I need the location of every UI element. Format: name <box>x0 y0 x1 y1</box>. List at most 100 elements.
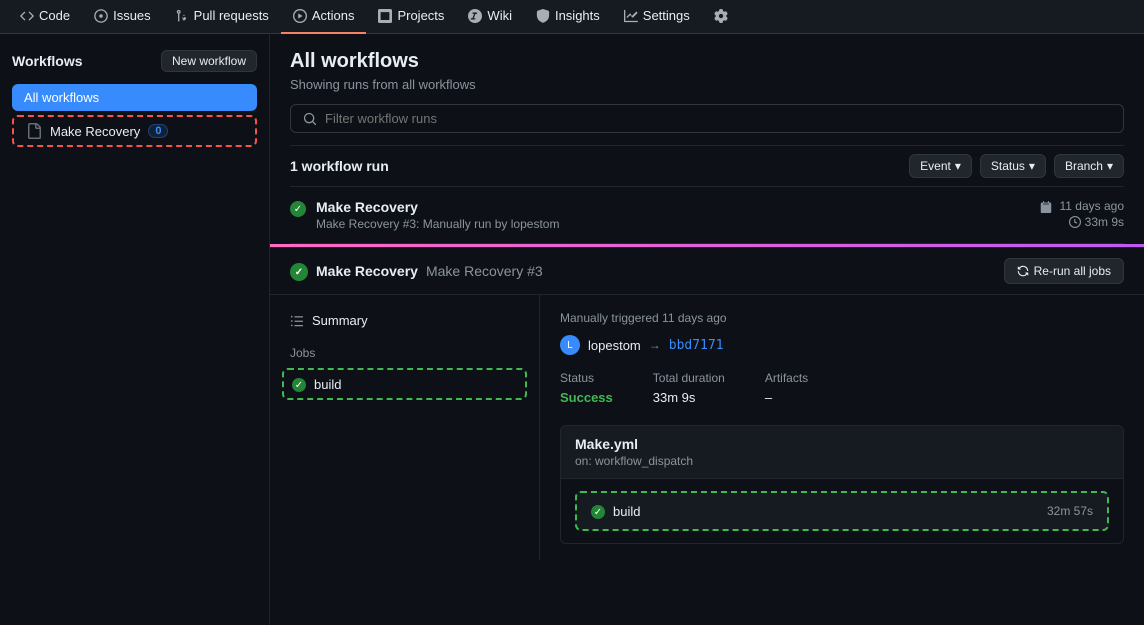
nav-wiki[interactable]: Wiki <box>456 0 524 34</box>
yml-header: Make.yml on: workflow_dispatch <box>561 426 1123 479</box>
nav-projects-label: Projects <box>397 8 444 23</box>
yml-card: Make.yml on: workflow_dispatch build 32m… <box>560 425 1124 544</box>
yml-trigger: on: workflow_dispatch <box>575 454 1109 468</box>
nav-code[interactable]: Code <box>8 0 82 34</box>
list-icon <box>290 314 304 328</box>
build-job-label: build <box>314 377 341 392</box>
search-icon <box>303 112 317 126</box>
artifacts-value: – <box>765 390 772 405</box>
meta-row: Status Success Total duration 33m 9s Art… <box>560 371 1124 405</box>
page-title: All workflows <box>290 50 1124 73</box>
filter-input[interactable] <box>325 111 1111 126</box>
projects-icon <box>378 9 392 23</box>
code-icon <box>20 9 34 23</box>
nav-security[interactable]: Insights <box>524 0 612 34</box>
nav-issues[interactable]: Issues <box>82 0 163 34</box>
nav-actions-label: Actions <box>312 8 355 23</box>
jobs-label: Jobs <box>282 346 527 360</box>
status-label: Status <box>560 371 613 385</box>
build-card-duration: 32m 57s <box>1047 504 1093 518</box>
actions-icon <box>293 9 307 23</box>
nav-projects[interactable]: Projects <box>366 0 456 34</box>
event-chevron-icon: ▾ <box>955 159 961 173</box>
settings-icon <box>714 9 728 23</box>
wiki-icon <box>468 9 482 23</box>
pr-icon <box>175 9 189 23</box>
user-avatar: L <box>560 335 580 355</box>
detail-workflow-name: Make Recovery <box>316 263 418 279</box>
rerun-all-jobs-button[interactable]: Re-run all jobs <box>1004 258 1124 284</box>
new-workflow-button[interactable]: New workflow <box>161 50 257 72</box>
nav-pull-requests[interactable]: Pull requests <box>163 0 281 34</box>
sidebar-header: Workflows New workflow <box>12 50 257 72</box>
nav-settings[interactable] <box>702 0 745 34</box>
workflow-run-row[interactable]: Make Recovery Make Recovery #3: Manually… <box>290 187 1124 244</box>
detail-run-num: Make Recovery #3 <box>426 263 543 279</box>
run-name: Make Recovery <box>316 199 559 215</box>
build-card-status-icon <box>591 505 605 519</box>
run-info: Make Recovery Make Recovery #3: Manually… <box>316 199 559 231</box>
filter-bar[interactable] <box>290 104 1124 133</box>
username: lopestom <box>588 338 641 353</box>
calendar-icon <box>1040 201 1052 213</box>
nav-wiki-label: Wiki <box>487 8 512 23</box>
meta-duration: Total duration 33m 9s <box>653 371 725 405</box>
workflow-file-icon <box>26 123 42 139</box>
run-duration: 33m 9s <box>1040 215 1124 229</box>
main-content: All workflows Showing runs from all work… <box>270 34 1144 625</box>
status-filter-button[interactable]: Status ▾ <box>980 154 1046 178</box>
clock-icon <box>1069 216 1081 228</box>
runs-header: 1 workflow run Event ▾ Status ▾ Branch ▾ <box>290 145 1124 187</box>
main-layout: Workflows New workflow All workflows Mak… <box>0 34 1144 625</box>
workflow-item-label: Make Recovery <box>50 124 140 139</box>
detail-title: Make Recovery Make Recovery #3 <box>290 261 543 281</box>
artifacts-label: Artifacts <box>765 371 808 385</box>
commit-hash: bbd7171 <box>669 338 724 353</box>
event-filter-button[interactable]: Event ▾ <box>909 154 972 178</box>
nav-code-label: Code <box>39 8 70 23</box>
branch-filter-label: Branch <box>1065 159 1103 173</box>
build-job-left: build <box>591 503 640 519</box>
nav-insights-label: Settings <box>643 8 690 23</box>
sidebar-title: Workflows <box>12 53 83 69</box>
page-subtitle: Showing runs from all workflows <box>290 77 1124 92</box>
commit-arrow-icon: → <box>649 338 661 352</box>
detail-section: Make Recovery Make Recovery #3 Re-run al… <box>270 247 1144 560</box>
workflows-section: All workflows Showing runs from all work… <box>270 34 1144 244</box>
detail-status-icon <box>290 263 308 281</box>
yml-title: Make.yml <box>575 436 1109 452</box>
sidebar-item-make-recovery[interactable]: Make Recovery 0 <box>12 115 257 147</box>
summary-label: Summary <box>312 313 368 328</box>
detail-body: Summary Jobs build Manually triggered 11… <box>270 295 1144 560</box>
detail-sidebar: Summary Jobs build <box>270 295 540 560</box>
event-filter-label: Event <box>920 159 951 173</box>
yml-body: build 32m 57s <box>561 479 1123 543</box>
runs-count: 1 workflow run <box>290 158 389 174</box>
build-job-card[interactable]: build 32m 57s <box>575 491 1109 531</box>
detail-header: Make Recovery Make Recovery #3 Re-run al… <box>270 248 1144 295</box>
security-icon <box>536 9 550 23</box>
run-time: 11 days ago <box>1040 199 1124 213</box>
nav-insights[interactable]: Settings <box>612 0 702 34</box>
status-value: Success <box>560 390 613 405</box>
sidebar: Workflows New workflow All workflows Mak… <box>0 34 270 625</box>
rerun-label: Re-run all jobs <box>1034 264 1111 278</box>
nav-actions[interactable]: Actions <box>281 0 367 34</box>
all-workflows-button[interactable]: All workflows <box>12 84 257 111</box>
run-right: 11 days ago 33m 9s <box>1040 199 1124 229</box>
filter-buttons: Event ▾ Status ▾ Branch ▾ <box>909 154 1124 178</box>
build-card-name: build <box>613 504 640 519</box>
triggered-info: Manually triggered 11 days ago <box>560 311 1124 325</box>
meta-status: Status Success <box>560 371 613 405</box>
meta-artifacts: Artifacts – <box>765 371 808 405</box>
triggered-row: L lopestom → bbd7171 <box>560 335 1124 355</box>
branch-filter-button[interactable]: Branch ▾ <box>1054 154 1124 178</box>
nav-issues-label: Issues <box>113 8 151 23</box>
insights-icon <box>624 9 638 23</box>
build-status-icon <box>292 378 306 392</box>
workflow-badge: 0 <box>148 124 168 138</box>
nav-pr-label: Pull requests <box>194 8 269 23</box>
summary-link[interactable]: Summary <box>282 307 527 334</box>
run-left: Make Recovery Make Recovery #3: Manually… <box>290 199 559 231</box>
build-job-item[interactable]: build <box>282 368 527 400</box>
